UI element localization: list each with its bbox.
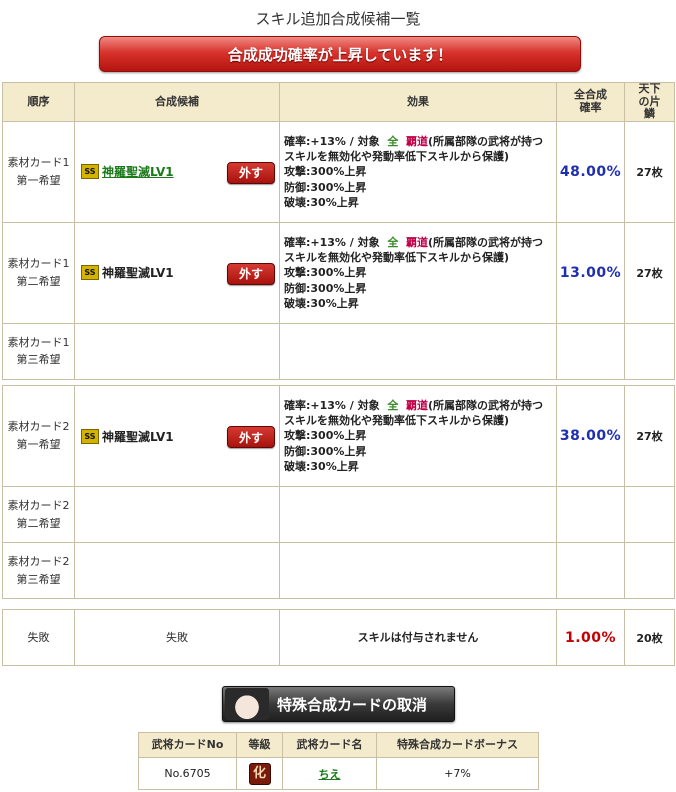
skill-name: 神羅聖滅LV1 (102, 429, 174, 444)
order-cell: 素材カード2 第一希望 (2, 385, 75, 487)
grade-badge-icon: 化 (248, 762, 271, 785)
candidate-table-1: 順序 合成候補 効果 全合成確率 天下の片鱗 素材カード1 第一希望 SS 神羅聖滅… (2, 82, 675, 380)
card-no-cell: No.6705 (138, 757, 237, 790)
page-title: スキル追加合成候補一覧 (255, 10, 421, 28)
header-order: 順序 (2, 82, 75, 122)
bonus-header-bonus: 特殊合成カードボーナス (376, 732, 539, 758)
order-cell: 素材カード1 第三希望 (2, 322, 75, 380)
header-pieces: 天下の片鱗 (624, 82, 675, 122)
failure-order-cell: 失敗 (2, 609, 75, 666)
header-effect: 効果 (279, 82, 557, 122)
failure-table: 失敗 失敗 スキルは付与されません 1.00% 20枚 (2, 609, 675, 666)
rate-cell: 48.00% (556, 120, 625, 223)
candidate-cell: SS 神羅聖滅LV1 外す (74, 385, 280, 487)
failure-pieces-cell: 20枚 (624, 609, 675, 666)
candidate-cell: SS 神羅聖滅LV1 外す (74, 120, 280, 223)
rate-cell-empty (556, 322, 625, 380)
header-candidate: 合成候補 (74, 82, 280, 122)
table-row: 素材カード2 第三希望 (2, 542, 675, 599)
special-card-bonus-table: 武将カードNo 等級 武将カード名 特殊合成カードボーナス No.6705 化 … (138, 732, 539, 790)
ss-rarity-badge: SS (81, 164, 99, 180)
candidate-cell-empty (74, 322, 280, 380)
general-portrait-icon (225, 688, 269, 720)
card-name-cell: ちえ (282, 757, 377, 790)
pieces-cell: 27枚 (624, 385, 675, 487)
order-cell: 素材カード1 第二希望 (2, 221, 75, 324)
remove-button[interactable]: 外す (227, 426, 275, 448)
pieces-cell-empty (624, 486, 675, 543)
candidate-cell-empty (74, 542, 280, 599)
table-row: 素材カード2 第一希望 SS 神羅聖滅LV1 外す 確率:+13% / 対象 全 覇… (2, 385, 675, 487)
remove-button[interactable]: 外す (227, 262, 275, 285)
candidate-cell: SS 神羅聖滅LV1 外す (74, 221, 280, 324)
candidate-table-2: 素材カード2 第一希望 SS 神羅聖滅LV1 外す 確率:+13% / 対象 全 覇… (2, 385, 675, 599)
table-row: No.6705 化 ちえ +7% (138, 757, 539, 790)
order-cell: 素材カード2 第二希望 (2, 486, 75, 543)
card-name-link[interactable]: ちえ (319, 768, 341, 781)
header-rate: 全合成確率 (556, 82, 625, 122)
effect-cell-empty (279, 542, 557, 599)
cancel-special-card-label: 特殊合成カードの取消 (277, 695, 428, 714)
failure-candidate-cell: 失敗 (74, 609, 280, 666)
bonus-header-grade: 等級 (236, 732, 283, 758)
rate-cell-empty (556, 486, 625, 543)
bonus-cell: +7% (376, 757, 539, 790)
remove-button[interactable]: 外す (227, 161, 275, 184)
effect-cell: 確率:+13% / 対象 全 覇道(所属部隊の武将が持つスキルを無効化や発動率低… (279, 385, 557, 487)
rate-cell: 13.00% (556, 221, 625, 324)
effect-cell-empty (279, 322, 557, 380)
bonus-header-name: 武将カード名 (282, 732, 377, 758)
candidate-cell-empty (74, 486, 280, 543)
ss-rarity-badge: SS (81, 428, 99, 444)
pieces-cell: 27枚 (624, 221, 675, 324)
success-rate-up-banner: 合成成功確率が上昇しています！ (99, 36, 581, 72)
pieces-cell: 27枚 (624, 120, 675, 223)
effect-cell: 確率:+13% / 対象 全 覇道(所属部隊の武将が持つスキルを無効化や発動率低… (279, 221, 557, 324)
skill-name-link[interactable]: 神羅聖滅LV1 (102, 165, 174, 179)
ss-rarity-badge: SS (81, 265, 99, 281)
grade-cell: 化 (236, 757, 283, 790)
rate-cell-empty (556, 542, 625, 599)
table-row: 失敗 失敗 スキルは付与されません 1.00% 20枚 (2, 609, 675, 666)
table-row: 素材カード2 第二希望 (2, 486, 675, 543)
pieces-cell-empty (624, 542, 675, 599)
cancel-special-card-button[interactable]: 特殊合成カードの取消 (222, 686, 455, 722)
table-row: 素材カード1 第三希望 (2, 322, 675, 380)
failure-effect-cell: スキルは付与されません (279, 609, 557, 666)
rate-cell: 38.00% (556, 385, 625, 487)
effect-cell-empty (279, 486, 557, 543)
failure-rate-cell: 1.00% (556, 609, 625, 666)
effect-cell: 確率:+13% / 対象 全 覇道(所属部隊の武将が持つスキルを無効化や発動率低… (279, 120, 557, 223)
table-row: 素材カード1 第一希望 SS 神羅聖滅LV1 外す 確率:+13% / 対象 全 覇… (2, 120, 675, 223)
pieces-cell-empty (624, 322, 675, 380)
bonus-header-no: 武将カードNo (138, 732, 237, 758)
order-cell: 素材カード2 第三希望 (2, 542, 75, 599)
skill-name: 神羅聖滅LV1 (102, 266, 174, 281)
table-row: 素材カード1 第二希望 SS 神羅聖滅LV1 外す 確率:+13% / 対象 全 覇… (2, 221, 675, 324)
order-cell: 素材カード1 第一希望 (2, 120, 75, 223)
